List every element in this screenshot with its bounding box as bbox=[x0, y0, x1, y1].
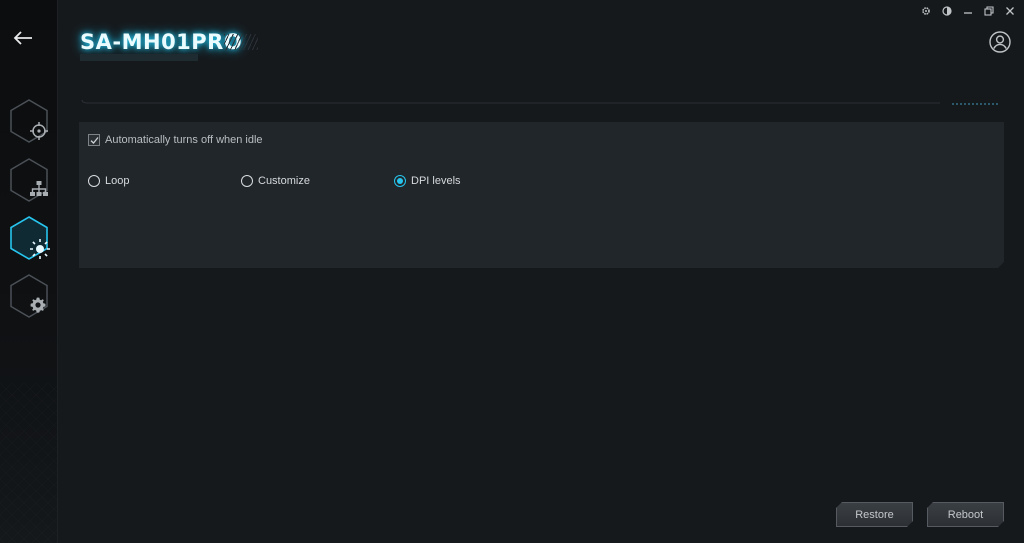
checkmark-icon bbox=[90, 136, 99, 145]
reboot-button[interactable]: Reboot bbox=[927, 502, 1004, 527]
idle-off-checkbox[interactable] bbox=[88, 134, 100, 146]
dpi-levels-label: DPI levels bbox=[411, 175, 461, 187]
arrow-left-icon bbox=[13, 31, 32, 45]
close-icon[interactable] bbox=[1004, 5, 1016, 17]
restore-button[interactable]: Restore bbox=[836, 502, 913, 527]
section-divider bbox=[81, 100, 998, 105]
sidebar-item-network[interactable] bbox=[8, 157, 50, 203]
sidebar-pattern bbox=[0, 383, 57, 543]
restore-icon[interactable] bbox=[983, 5, 995, 17]
customize-label: Customize bbox=[258, 175, 310, 187]
dpi-levels-radio[interactable] bbox=[394, 175, 406, 187]
customize-radio[interactable] bbox=[241, 175, 253, 187]
mode-option-dpi-levels[interactable]: DPI levels bbox=[394, 175, 461, 187]
title-underline-decoration bbox=[80, 54, 198, 61]
idle-off-checkbox-row[interactable]: Automatically turns off when idle bbox=[88, 134, 263, 146]
idle-off-label: Automatically turns off when idle bbox=[105, 134, 263, 146]
lighting-settings-panel: Automatically turns off when idle Loop C… bbox=[79, 122, 1004, 268]
loop-label: Loop bbox=[105, 175, 130, 187]
user-profile-icon[interactable] bbox=[989, 31, 1011, 53]
sidebar-item-aim[interactable] bbox=[8, 98, 50, 144]
window-controls bbox=[920, 5, 1016, 17]
app-window: SA-MH01PRO Automatically turns off when … bbox=[0, 0, 1024, 543]
mode-option-loop[interactable]: Loop bbox=[88, 175, 129, 187]
back-button[interactable] bbox=[10, 26, 36, 50]
loop-radio[interactable] bbox=[88, 175, 100, 187]
settings-gear-icon[interactable] bbox=[920, 5, 932, 17]
title-decoration bbox=[224, 34, 258, 50]
page-title: SA-MH01PRO bbox=[80, 30, 243, 54]
theme-contrast-icon[interactable] bbox=[941, 5, 953, 17]
sidebar bbox=[0, 0, 58, 543]
sidebar-item-lighting[interactable] bbox=[8, 215, 50, 261]
minimize-icon[interactable] bbox=[962, 5, 974, 17]
mode-option-customize[interactable]: Customize bbox=[241, 175, 310, 187]
sidebar-item-settings[interactable] bbox=[8, 273, 50, 319]
